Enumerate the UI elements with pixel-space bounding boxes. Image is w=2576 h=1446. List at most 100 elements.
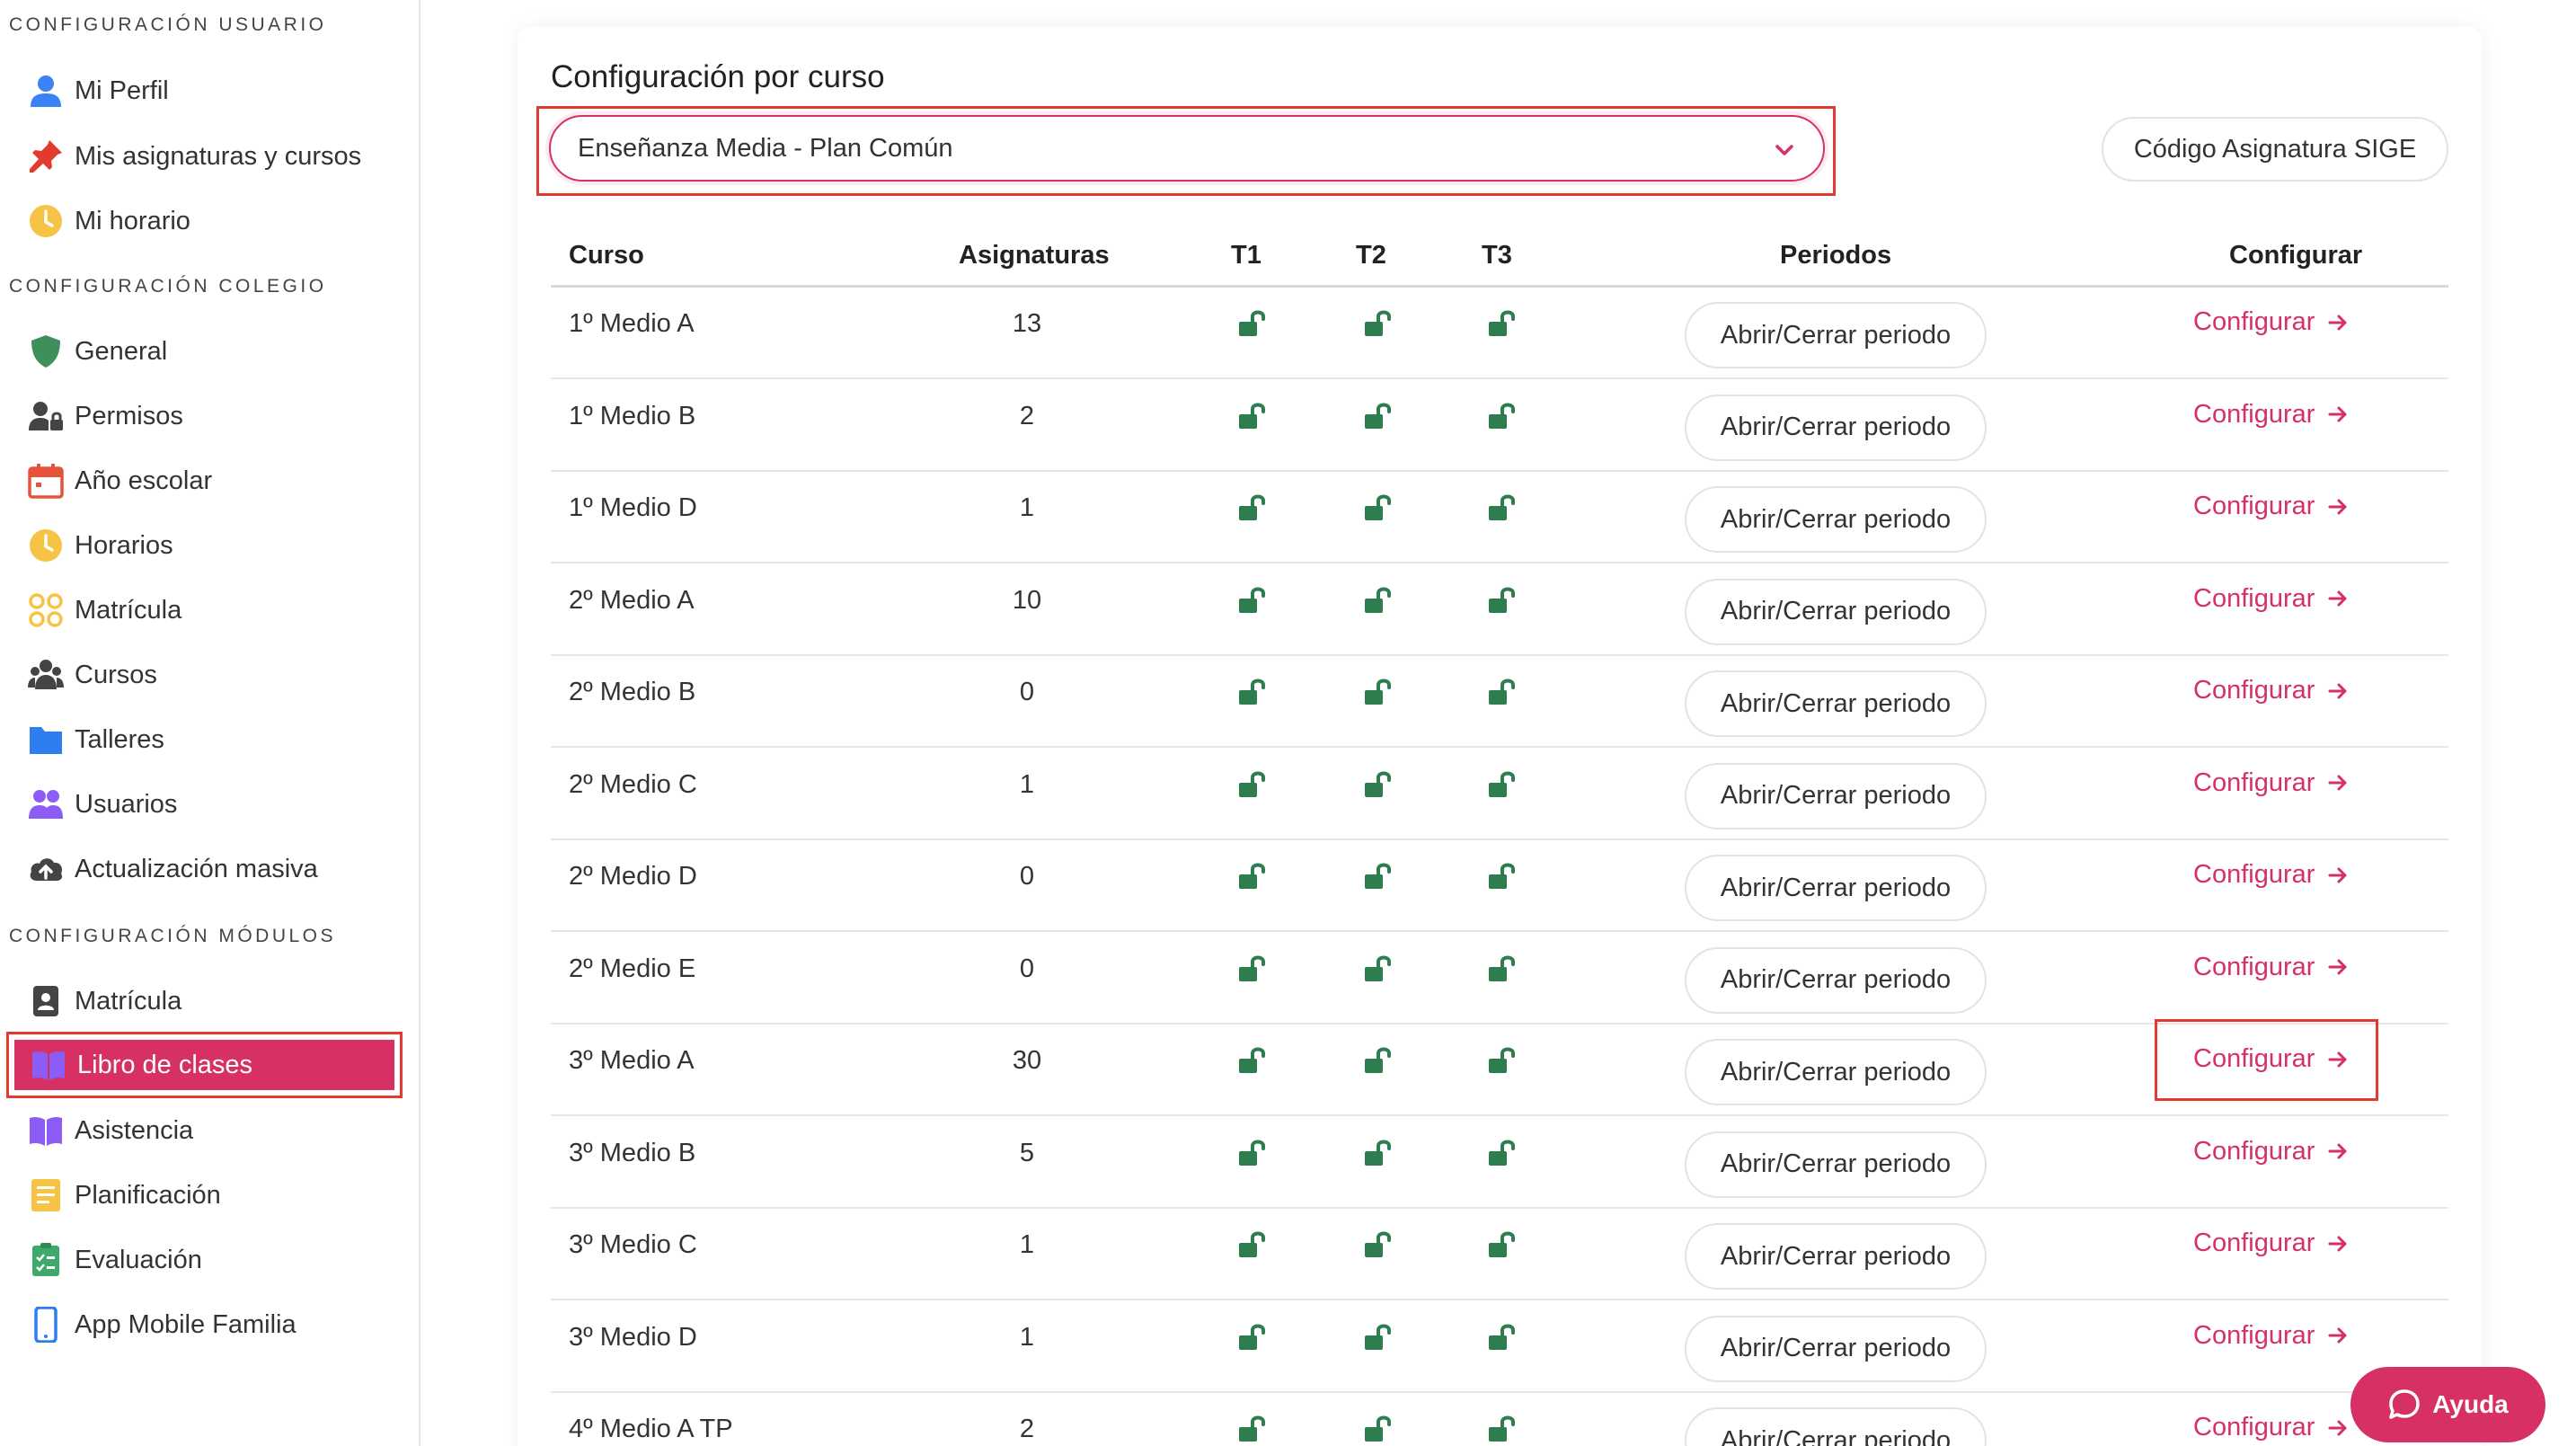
open-close-period-button[interactable]: Abrir/Cerrar periodo: [1685, 1223, 1987, 1290]
configure-link[interactable]: Configurar: [2193, 953, 2349, 982]
open-close-period-button[interactable]: Abrir/Cerrar periodo: [1685, 762, 1987, 829]
open-close-period-button[interactable]: Abrir/Cerrar periodo: [1685, 486, 1987, 553]
unlock-icon[interactable]: [1237, 860, 1268, 891]
unlock-icon[interactable]: [1237, 1229, 1268, 1259]
sidebar-item-ano-escolar[interactable]: Año escolar: [20, 455, 406, 507]
open-close-period-button[interactable]: Abrir/Cerrar periodo: [1685, 1039, 1987, 1105]
sidebar-item-general[interactable]: General: [20, 325, 406, 377]
unlock-icon[interactable]: [1363, 768, 1394, 799]
column-header-t1: T1: [1231, 241, 1261, 270]
unlock-icon[interactable]: [1237, 307, 1268, 338]
open-close-period-button[interactable]: Abrir/Cerrar periodo: [1685, 394, 1987, 461]
sidebar-item-libro-de-clases[interactable]: Libro de clases: [6, 1032, 403, 1098]
configure-link[interactable]: Configurar: [2193, 1413, 2349, 1442]
unlock-icon[interactable]: [1363, 584, 1394, 615]
sidebar-item-matricula-modulo[interactable]: Matrícula: [20, 975, 406, 1027]
sidebar-item-usuarios[interactable]: Usuarios: [20, 778, 406, 830]
configure-link[interactable]: Configurar: [2193, 584, 2349, 614]
unlock-icon[interactable]: [1487, 1321, 1518, 1352]
unlock-icon[interactable]: [1487, 676, 1518, 706]
page-title: Configuración por curso: [551, 59, 885, 94]
configure-link[interactable]: Configurar: [2193, 768, 2349, 798]
sige-code-button[interactable]: Código Asignatura SIGE: [2102, 117, 2448, 182]
sidebar-item-cursos[interactable]: Cursos: [20, 649, 406, 701]
sidebar-item-label: Usuarios: [75, 789, 178, 819]
unlock-icon[interactable]: [1487, 492, 1518, 522]
unlock-icon[interactable]: [1487, 307, 1518, 338]
configure-link[interactable]: Configurar: [2193, 1229, 2349, 1258]
sidebar-item-actualizacion-masiva[interactable]: Actualización masiva: [20, 843, 406, 895]
unlock-icon[interactable]: [1363, 953, 1394, 983]
sidebar-item-permisos[interactable]: Permisos: [20, 390, 406, 442]
open-close-period-button[interactable]: Abrir/Cerrar periodo: [1685, 1407, 1987, 1446]
course-name: 2º Medio C: [569, 769, 697, 799]
level-select[interactable]: Enseñanza Media - Plan Común: [549, 115, 1825, 182]
unlock-icon[interactable]: [1363, 307, 1394, 338]
unlock-icon[interactable]: [1237, 1413, 1268, 1443]
unlock-icon[interactable]: [1237, 400, 1268, 430]
sidebar-item-label: Horarios: [75, 530, 173, 560]
column-header-curso: Curso: [569, 241, 644, 270]
unlock-icon[interactable]: [1237, 676, 1268, 706]
unlock-icon[interactable]: [1237, 953, 1268, 983]
sidebar-item-talleres[interactable]: Talleres: [20, 714, 406, 766]
help-button[interactable]: Ayuda: [2350, 1367, 2545, 1442]
id-badge-icon: [27, 982, 65, 1020]
unlock-icon[interactable]: [1237, 492, 1268, 522]
open-close-period-button[interactable]: Abrir/Cerrar periodo: [1685, 1131, 1987, 1198]
unlock-icon[interactable]: [1363, 1137, 1394, 1167]
unlock-icon[interactable]: [1363, 1229, 1394, 1259]
folder-icon: [27, 721, 65, 758]
sidebar-item-asistencia[interactable]: Asistencia: [20, 1104, 406, 1157]
sidebar-item-planificacion[interactable]: Planificación: [20, 1169, 406, 1221]
sidebar-item-mi-perfil[interactable]: Mi Perfil: [20, 65, 406, 117]
open-close-period-button[interactable]: Abrir/Cerrar periodo: [1685, 670, 1987, 737]
configure-link[interactable]: Configurar: [2193, 1321, 2349, 1351]
configure-link[interactable]: Configurar: [2193, 1137, 2349, 1167]
unlock-icon[interactable]: [1363, 1321, 1394, 1352]
unlock-icon[interactable]: [1487, 1137, 1518, 1167]
unlock-icon[interactable]: [1487, 584, 1518, 615]
unlock-icon[interactable]: [1487, 953, 1518, 983]
unlock-icon[interactable]: [1487, 768, 1518, 799]
unlock-icon[interactable]: [1487, 1229, 1518, 1259]
help-label: Ayuda: [2432, 1390, 2509, 1418]
unlock-icon[interactable]: [1487, 1044, 1518, 1075]
unlock-icon[interactable]: [1237, 1137, 1268, 1167]
unlock-icon[interactable]: [1237, 768, 1268, 799]
sidebar-item-mi-horario[interactable]: Mi horario: [20, 195, 406, 247]
sidebar-item-label: Actualización masiva: [75, 854, 318, 883]
unlock-icon[interactable]: [1363, 400, 1394, 430]
open-close-period-button[interactable]: Abrir/Cerrar periodo: [1685, 302, 1987, 368]
open-close-period-button[interactable]: Abrir/Cerrar periodo: [1685, 578, 1987, 645]
sidebar-item-horarios[interactable]: Horarios: [20, 519, 406, 572]
unlock-icon[interactable]: [1363, 1413, 1394, 1443]
configure-link[interactable]: Configurar: [2193, 307, 2349, 337]
unlock-icon[interactable]: [1237, 1044, 1268, 1075]
configure-link[interactable]: Configurar: [2193, 676, 2349, 705]
unlock-icon[interactable]: [1487, 860, 1518, 891]
unlock-icon[interactable]: [1363, 676, 1394, 706]
open-close-period-button[interactable]: Abrir/Cerrar periodo: [1685, 946, 1987, 1014]
unlock-icon[interactable]: [1487, 400, 1518, 430]
configure-link[interactable]: Configurar: [2193, 492, 2349, 521]
sidebar-item-matricula[interactable]: Matrícula: [20, 584, 406, 636]
unlock-icon[interactable]: [1487, 1413, 1518, 1443]
configure-link[interactable]: Configurar: [2193, 860, 2349, 890]
unlock-icon[interactable]: [1237, 1321, 1268, 1352]
subject-count: 0: [1019, 678, 1035, 706]
sidebar-item-evaluacion[interactable]: Evaluación: [20, 1234, 406, 1286]
unlock-icon[interactable]: [1363, 492, 1394, 522]
open-close-period-button[interactable]: Abrir/Cerrar periodo: [1685, 855, 1987, 921]
sidebar-item-label: Mi horario: [75, 206, 190, 235]
configure-link[interactable]: Configurar: [2193, 400, 2349, 430]
unlock-icon[interactable]: [1363, 860, 1394, 891]
sidebar-item-mis-asignaturas[interactable]: Mis asignaturas y cursos: [20, 130, 406, 182]
sidebar-item-app-mobile-familia[interactable]: App Mobile Familia: [20, 1299, 406, 1351]
mobile-icon: [27, 1306, 65, 1344]
open-close-period-button[interactable]: Abrir/Cerrar periodo: [1685, 1315, 1987, 1382]
unlock-icon[interactable]: [1363, 1044, 1394, 1075]
unlock-icon[interactable]: [1237, 584, 1268, 615]
pin-icon: [27, 138, 65, 175]
arrow-right-icon: [2328, 867, 2347, 883]
